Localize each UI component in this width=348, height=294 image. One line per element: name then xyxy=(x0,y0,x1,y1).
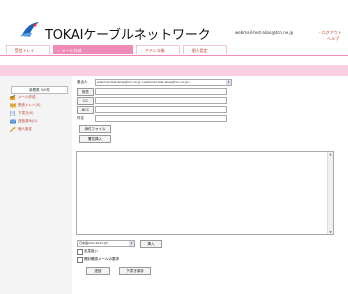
insert-button[interactable]: 挿入 xyxy=(140,240,162,248)
drafts-icon xyxy=(10,111,15,116)
cc-button[interactable]: CC xyxy=(77,97,94,105)
subject-field[interactable] xyxy=(95,115,227,122)
chevron-down-icon: ▾ xyxy=(129,241,134,246)
receipt-label: 開封確認メールの要求 xyxy=(84,257,119,261)
sidebar-item-compose[interactable]: メール作成 xyxy=(10,94,36,101)
chevron-down-icon: ▾ xyxy=(226,80,231,85)
bcc-button[interactable]: BCC xyxy=(77,106,94,114)
brand-title: TOKAIケーブルネットワーク xyxy=(45,28,211,43)
inbox-icon xyxy=(10,103,16,108)
sent-icon xyxy=(10,119,16,124)
send-button[interactable]: 送信 xyxy=(86,267,110,275)
from-select[interactable]: webmail-test-alias@tcn.ne.jp <webmail-te… xyxy=(95,79,232,86)
new-mail-count: 新着数 0/0件 xyxy=(11,86,68,94)
sidebar-item-settings[interactable]: 個人設定 xyxy=(10,126,32,133)
priority-checkbox[interactable] xyxy=(77,249,83,255)
settings-icon xyxy=(10,127,16,132)
signature-button[interactable]: 署名挿入 xyxy=(79,135,111,143)
sidebar-item-drafts[interactable]: 下書き(0) xyxy=(10,110,33,117)
charset-select[interactable]: 日本語(ISO-2022-JP) ▾ xyxy=(77,240,135,247)
status-bar xyxy=(0,65,348,76)
account-address: webmail-test-alias@tcn.ne.jp xyxy=(235,30,294,35)
to-field[interactable] xyxy=(95,88,227,95)
help-link[interactable]: ヘルプ xyxy=(327,36,339,42)
cc-field[interactable] xyxy=(95,97,227,104)
priority-label: 至急扱い xyxy=(84,249,98,253)
to-button[interactable]: 宛先 xyxy=(77,88,94,96)
sidebar-item-sent[interactable]: 送信済み(0) xyxy=(10,118,37,125)
scroll-down-icon[interactable]: ▼ xyxy=(328,230,333,234)
tab-compose[interactable]: › メール作成 xyxy=(53,45,133,54)
sidebar-item-inbox[interactable]: 受信トレイ(0) xyxy=(10,102,40,109)
tab-bar: › 受信トレイ › メール作成 › アドレス帳 › 個人設定 xyxy=(0,45,348,56)
save-draft-button[interactable]: 下書き保存 xyxy=(119,267,151,275)
message-body[interactable]: ▲ ▼ xyxy=(76,151,334,235)
tab-address-book[interactable]: › アドレス帳 xyxy=(136,45,180,54)
body-scrollbar[interactable]: ▲ ▼ xyxy=(327,152,333,234)
subject-label: 件名 xyxy=(77,116,84,120)
tab-inbox[interactable]: › 受信トレイ xyxy=(6,45,50,54)
attach-button[interactable]: 添付ファイル xyxy=(79,125,111,133)
tokai-logo-icon xyxy=(20,22,39,37)
scroll-up-icon[interactable]: ▲ xyxy=(328,152,333,156)
from-label: 差出人 xyxy=(77,80,88,84)
tab-settings[interactable]: › 個人設定 xyxy=(183,45,227,54)
bcc-field[interactable] xyxy=(95,106,227,113)
compose-icon xyxy=(10,95,16,100)
receipt-checkbox[interactable] xyxy=(77,257,83,263)
